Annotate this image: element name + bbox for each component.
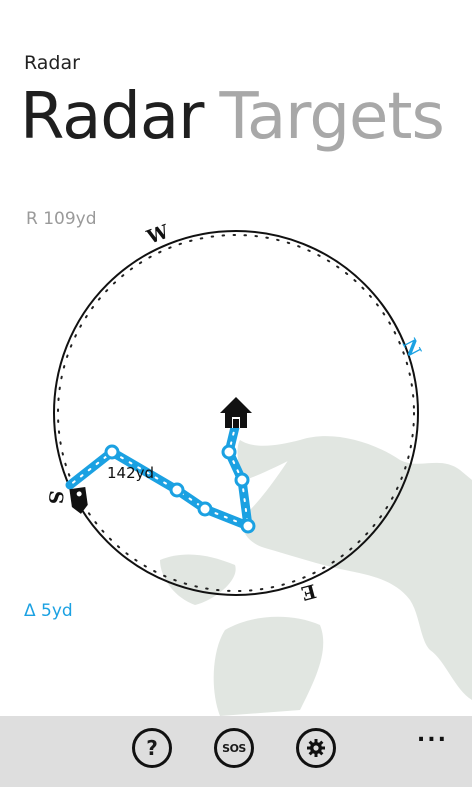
- settings-button[interactable]: [296, 728, 336, 768]
- help-button[interactable]: ?: [132, 728, 172, 768]
- waypoint[interactable]: [240, 518, 256, 534]
- tab-radar[interactable]: Radar: [20, 80, 204, 154]
- sos-button[interactable]: SOS: [214, 728, 254, 768]
- waypoint[interactable]: [221, 444, 237, 460]
- more-options-button[interactable]: ...: [417, 722, 448, 747]
- app-title: Radar: [24, 52, 80, 74]
- pivot-header: Radar Targets: [20, 80, 460, 154]
- distance-label: 142yd: [107, 464, 154, 482]
- settings-icon: [306, 738, 326, 758]
- waypoint[interactable]: [234, 472, 250, 488]
- delta-label: Δ 5yd: [24, 601, 73, 621]
- target-tag-icon[interactable]: [69, 487, 88, 515]
- tab-targets[interactable]: Targets: [219, 80, 444, 154]
- home-icon[interactable]: [220, 397, 252, 428]
- app-bar: ? SOS ...: [0, 716, 472, 787]
- waypoint[interactable]: [104, 444, 120, 460]
- help-icon: ?: [146, 736, 158, 760]
- compass-south-label: S: [44, 490, 67, 506]
- waypoint[interactable]: [197, 501, 213, 517]
- track-path: [65, 418, 253, 531]
- sos-icon: SOS: [222, 741, 246, 755]
- range-label: R 109yd: [26, 209, 97, 229]
- compass-east-label: E: [299, 579, 319, 604]
- waypoint[interactable]: [169, 482, 185, 498]
